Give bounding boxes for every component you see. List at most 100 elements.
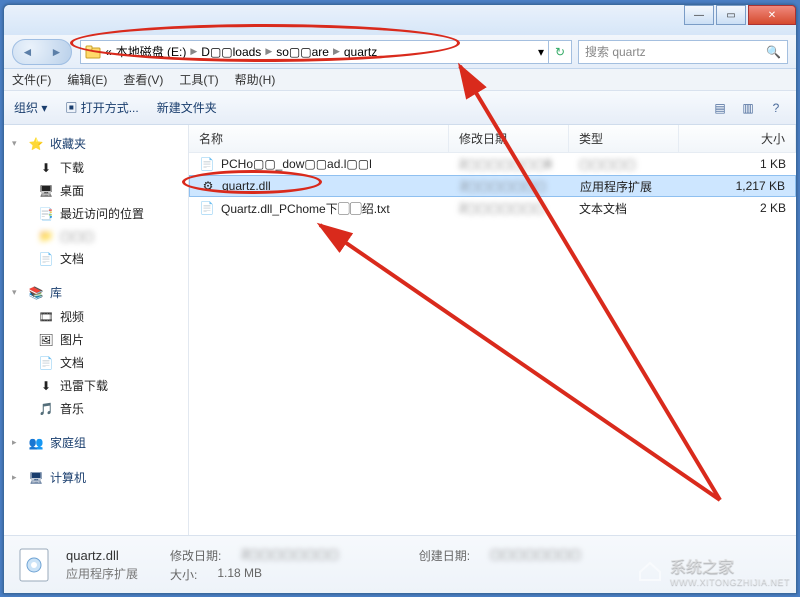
sidebar-group-computer[interactable]: ▸🖥计算机 bbox=[4, 465, 188, 490]
file-large-icon bbox=[14, 545, 54, 585]
back-icon[interactable]: ◄ bbox=[22, 45, 34, 59]
newfolder-button[interactable]: 新建文件夹 bbox=[157, 99, 217, 116]
document-icon: 📄 bbox=[38, 251, 54, 267]
recent-icon: 📑 bbox=[38, 206, 54, 222]
file-row[interactable]: 📄PCHo▢▢_dow▢▢ad.l▢▢l 2▢▢▢▢▢▢▢8 ▢▢▢▢▢ 1 K… bbox=[189, 153, 796, 175]
titlebar: — ▭ ✕ bbox=[4, 5, 796, 35]
computer-icon: 🖥 bbox=[28, 470, 44, 486]
download-icon: ⬇ bbox=[38, 160, 54, 176]
text-file-icon: 📄 bbox=[199, 200, 215, 216]
search-icon: 🔍 bbox=[766, 45, 781, 59]
details-type: 应用程序扩展 bbox=[66, 565, 138, 582]
chevron-right-icon: ▶ bbox=[265, 46, 272, 57]
breadcrumb-prefix: « bbox=[105, 45, 112, 59]
col-type[interactable]: 类型 bbox=[569, 125, 679, 152]
library-icon: 📚 bbox=[28, 285, 44, 301]
sidebar-item-music[interactable]: 🎵音乐 bbox=[4, 397, 188, 420]
file-row-selected[interactable]: ⚙quartz.dll 2▢▢▢▢▢▢▢ 应用程序扩展 1,217 KB bbox=[189, 175, 796, 197]
col-size[interactable]: 大小 bbox=[679, 125, 796, 152]
download-icon: ⬇ bbox=[38, 378, 54, 394]
file-date: 2▢▢▢▢▢▢▢ bbox=[449, 201, 569, 215]
watermark: 系统之家 WWW.XITONGZHIJIA.NET bbox=[636, 553, 790, 587]
file-row[interactable]: 📄Quartz.dll_PChome下▢▢绍.txt 2▢▢▢▢▢▢▢ 文本文档… bbox=[189, 197, 796, 219]
chevron-right-icon: ▶ bbox=[190, 46, 197, 57]
chevron-down-icon: ▾ bbox=[12, 138, 22, 149]
chevron-right-icon: ▸ bbox=[12, 437, 22, 448]
chevron-down-icon: ▾ bbox=[12, 287, 22, 298]
breadcrumb-segment[interactable]: so▢▢are bbox=[276, 45, 329, 59]
menu-edit[interactable]: 编辑(E) bbox=[67, 71, 107, 88]
sidebar-group-libraries[interactable]: ▾📚库 bbox=[4, 280, 188, 305]
sidebar-item-desktop[interactable]: 🖥桌面 bbox=[4, 179, 188, 202]
sidebar-group-favorites[interactable]: ▾⭐收藏夹 bbox=[4, 131, 188, 156]
menubar: 文件(F) 编辑(E) 查看(V) 工具(T) 帮助(H) bbox=[4, 69, 796, 91]
sidebar-item-thunder[interactable]: ⬇迅雷下载 bbox=[4, 374, 188, 397]
forward-icon[interactable]: ► bbox=[51, 45, 63, 59]
chevron-right-icon: ▸ bbox=[12, 472, 22, 483]
file-type: ▢▢▢▢▢ bbox=[569, 157, 679, 171]
sidebar-item-recent[interactable]: 📑最近访问的位置 bbox=[4, 202, 188, 225]
file-size: 1,217 KB bbox=[680, 179, 795, 193]
video-icon: 🎞 bbox=[38, 309, 54, 325]
menu-tools[interactable]: 工具(T) bbox=[179, 71, 218, 88]
file-size: 1 KB bbox=[679, 157, 796, 171]
column-headers: 名称 修改日期 类型 大小 bbox=[189, 125, 796, 153]
help-icon[interactable]: ? bbox=[766, 98, 786, 118]
file-icon: 📄 bbox=[199, 156, 215, 172]
breadcrumb-segment[interactable]: D▢▢loads bbox=[201, 45, 261, 59]
chevron-right-icon: ▶ bbox=[333, 46, 340, 57]
file-list-pane: 名称 修改日期 类型 大小 📄PCHo▢▢_dow▢▢ad.l▢▢l 2▢▢▢▢… bbox=[189, 125, 796, 535]
navigation-row: ◄ ► « 本地磁盘 (E:)▶ D▢▢loads▶ so▢▢are▶ quar… bbox=[4, 35, 796, 69]
sidebar: ▾⭐收藏夹 ⬇下载 🖥桌面 📑最近访问的位置 📁▢▢▢ 📄文档 ▾📚库 🎞视频 … bbox=[4, 125, 189, 535]
search-placeholder: 搜索 quartz bbox=[585, 43, 646, 60]
breadcrumb-segment[interactable]: 本地磁盘 (E:) bbox=[116, 43, 187, 60]
file-type: 应用程序扩展 bbox=[570, 178, 680, 195]
folder-icon bbox=[85, 44, 101, 60]
minimize-button[interactable]: — bbox=[684, 5, 714, 25]
explorer-window: — ▭ ✕ ◄ ► « 本地磁盘 (E:)▶ D▢▢loads▶ so▢▢are… bbox=[3, 4, 797, 594]
app-icon: ▣ bbox=[65, 101, 77, 115]
openwith-button[interactable]: ▣ 打开方式... bbox=[65, 99, 138, 116]
homegroup-icon: 👥 bbox=[28, 435, 44, 451]
menu-file[interactable]: 文件(F) bbox=[12, 71, 51, 88]
address-dropdown-icon[interactable]: ▾ bbox=[538, 45, 544, 59]
menu-help[interactable]: 帮助(H) bbox=[235, 71, 276, 88]
music-icon: 🎵 bbox=[38, 401, 54, 417]
dll-icon: ⚙ bbox=[200, 178, 216, 194]
sidebar-item-documents[interactable]: 📄文档 bbox=[4, 247, 188, 270]
picture-icon: 🖼 bbox=[38, 332, 54, 348]
sidebar-item-videos[interactable]: 🎞视频 bbox=[4, 305, 188, 328]
file-rows: 📄PCHo▢▢_dow▢▢ad.l▢▢l 2▢▢▢▢▢▢▢8 ▢▢▢▢▢ 1 K… bbox=[189, 153, 796, 535]
address-bar[interactable]: « 本地磁盘 (E:)▶ D▢▢loads▶ so▢▢are▶ quartz ▾ bbox=[80, 40, 549, 64]
sidebar-item-documents2[interactable]: 📄文档 bbox=[4, 351, 188, 374]
toolbar: 组织 ▾ ▣ 打开方式... 新建文件夹 ▤ ▥ ? bbox=[4, 91, 796, 125]
details-mod-label: 修改日期: bbox=[170, 547, 221, 564]
star-icon: ⭐ bbox=[28, 136, 44, 152]
back-forward-buttons[interactable]: ◄ ► bbox=[12, 39, 72, 65]
document-icon: 📄 bbox=[38, 355, 54, 371]
preview-pane-icon[interactable]: ▥ bbox=[738, 98, 758, 118]
sidebar-item-blurred[interactable]: 📁▢▢▢ bbox=[4, 225, 188, 247]
close-button[interactable]: ✕ bbox=[748, 5, 796, 25]
details-size-value: 1.18 MB bbox=[217, 566, 262, 583]
details-size-label: 大小: bbox=[170, 566, 197, 583]
sidebar-item-downloads[interactable]: ⬇下载 bbox=[4, 156, 188, 179]
organize-button[interactable]: 组织 ▾ bbox=[14, 99, 47, 116]
col-name[interactable]: 名称 bbox=[189, 125, 449, 152]
desktop-icon: 🖥 bbox=[38, 183, 54, 199]
menu-view[interactable]: 查看(V) bbox=[123, 71, 163, 88]
file-size: 2 KB bbox=[679, 201, 796, 215]
sidebar-group-homegroup[interactable]: ▸👥家庭组 bbox=[4, 430, 188, 455]
col-date[interactable]: 修改日期 bbox=[449, 125, 569, 152]
sidebar-item-pictures[interactable]: 🖼图片 bbox=[4, 328, 188, 351]
view-options-icon[interactable]: ▤ bbox=[710, 98, 730, 118]
file-date: 2▢▢▢▢▢▢▢ bbox=[450, 179, 570, 193]
file-type: 文本文档 bbox=[569, 200, 679, 217]
breadcrumb-segment[interactable]: quartz bbox=[344, 45, 377, 59]
maximize-button[interactable]: ▭ bbox=[716, 5, 746, 25]
search-input[interactable]: 搜索 quartz 🔍 bbox=[578, 40, 788, 64]
details-mod-value: 2▢▢▢▢▢▢▢▢ bbox=[241, 547, 338, 564]
file-date: 2▢▢▢▢▢▢▢8 bbox=[449, 157, 569, 171]
folder-icon: 📁 bbox=[38, 228, 54, 244]
refresh-button[interactable]: ↻ bbox=[548, 40, 572, 64]
